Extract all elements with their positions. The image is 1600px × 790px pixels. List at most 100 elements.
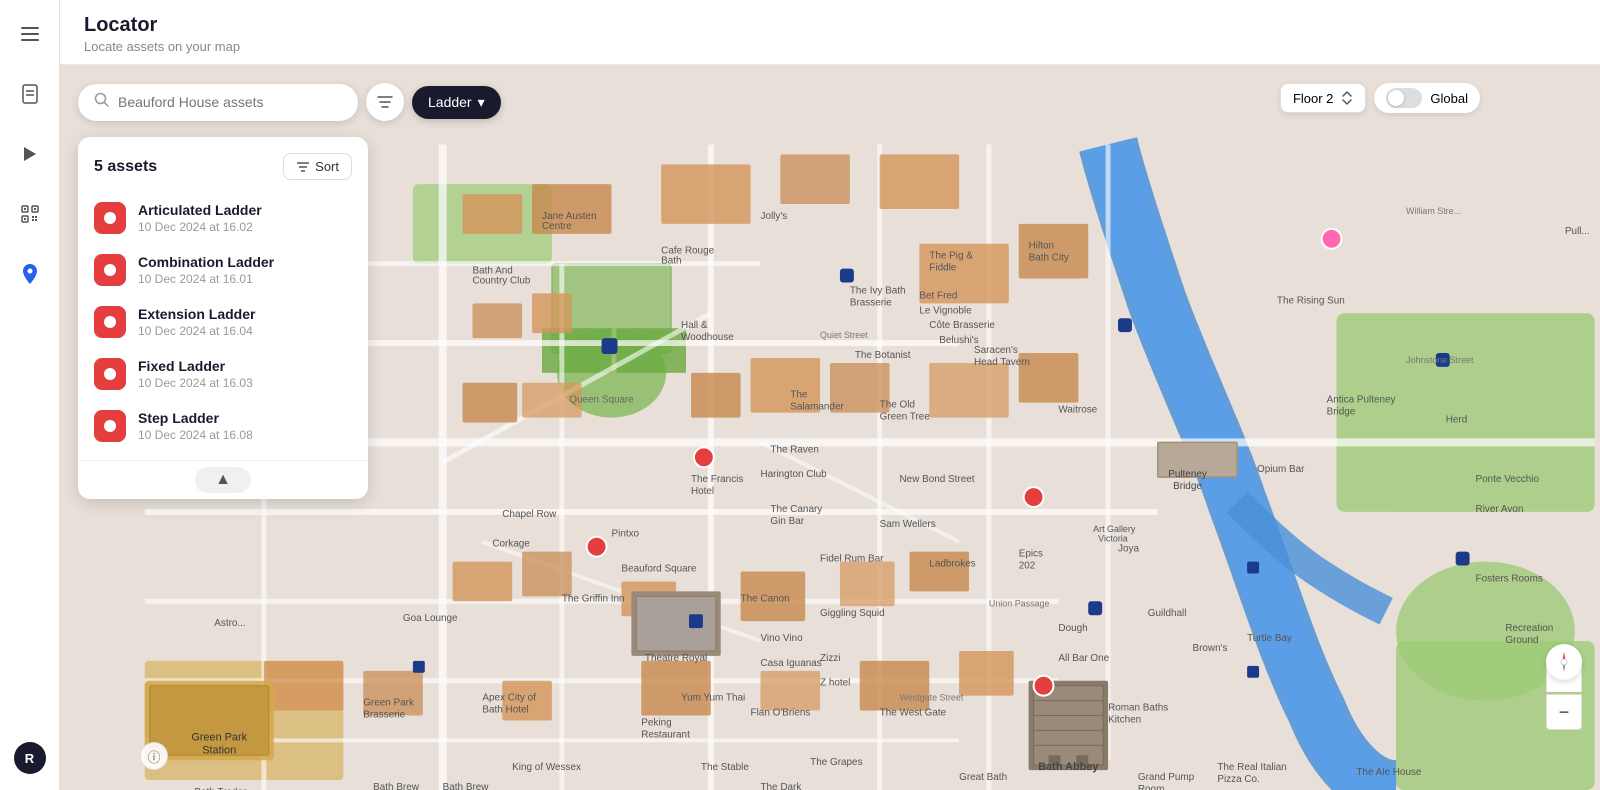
svg-text:The Griffin Inn: The Griffin Inn (562, 593, 625, 604)
floor-label: Floor 2 (1293, 91, 1333, 106)
svg-text:Casa Iguanas: Casa Iguanas (760, 658, 821, 669)
svg-text:Green Park: Green Park (191, 731, 247, 743)
asset-info-0: Articulated Ladder 10 Dec 2024 at 16.02 (138, 202, 352, 234)
north-indicator (1546, 644, 1582, 680)
svg-text:Bath Brew: Bath Brew (443, 782, 490, 790)
svg-text:Fiddle: Fiddle (929, 263, 957, 274)
asset-list-item-2[interactable]: Extension Ladder 10 Dec 2024 at 16.04 (78, 296, 368, 348)
svg-text:Guildhall: Guildhall (1148, 608, 1187, 619)
svg-text:Pull...: Pull... (1565, 226, 1590, 237)
svg-text:Bath Hotel: Bath Hotel (482, 705, 528, 716)
global-toggle[interactable]: Global (1374, 83, 1480, 113)
svg-text:Sam Wellers: Sam Wellers (880, 519, 936, 530)
svg-text:The Old: The Old (880, 400, 915, 411)
asset-icon-0 (94, 202, 126, 234)
qr-icon[interactable] (12, 196, 48, 232)
svg-text:Waitrose: Waitrose (1058, 405, 1097, 416)
asset-list-item-3[interactable]: Fixed Ladder 10 Dec 2024 at 16.03 (78, 348, 368, 400)
svg-text:Grand Pump: Grand Pump (1138, 772, 1195, 783)
svg-text:King of Wessex: King of Wessex (512, 762, 581, 773)
svg-text:Queen Square: Queen Square (569, 395, 634, 406)
ladder-filter-button[interactable]: Ladder ▾ (412, 86, 501, 119)
asset-list-item-4[interactable]: Step Ladder 10 Dec 2024 at 16.08 (78, 400, 368, 452)
asset-date-0: 10 Dec 2024 at 16.02 (138, 220, 352, 234)
book-icon[interactable] (12, 76, 48, 112)
svg-text:Belushi's: Belushi's (939, 335, 978, 346)
svg-text:The Stable: The Stable (701, 762, 749, 773)
svg-text:Herd: Herd (1446, 415, 1468, 426)
svg-text:The Grapes: The Grapes (810, 757, 862, 768)
floor-control: Floor 2 Global (1280, 83, 1480, 113)
avatar[interactable]: R (14, 742, 46, 774)
svg-text:Chapel Row: Chapel Row (502, 509, 557, 520)
asset-info-3: Fixed Ladder 10 Dec 2024 at 16.03 (138, 358, 352, 390)
collapse-button[interactable]: ▲ (195, 467, 251, 493)
zoom-out-button[interactable]: − (1546, 694, 1582, 730)
sort-button[interactable]: Sort (283, 153, 352, 180)
map-search-bar: Ladder ▾ (78, 83, 501, 121)
asset-list-item-0[interactable]: Articulated Ladder 10 Dec 2024 at 16.02 (78, 192, 368, 244)
search-input-wrap[interactable] (78, 84, 358, 121)
svg-text:Ponte Vecchio: Ponte Vecchio (1476, 474, 1540, 485)
svg-text:Recreation: Recreation (1505, 623, 1553, 634)
sidebar: R (0, 0, 60, 790)
asset-info-4: Step Ladder 10 Dec 2024 at 16.08 (138, 410, 352, 442)
menu-icon[interactable] (12, 16, 48, 52)
svg-text:Pintxo: Pintxo (612, 529, 640, 540)
svg-text:Peking: Peking (641, 717, 671, 728)
chevron-down-icon: ▾ (478, 94, 485, 111)
svg-text:Turtle Bay: Turtle Bay (1247, 633, 1292, 644)
svg-text:Jolly's: Jolly's (760, 211, 787, 222)
svg-text:Bath: Bath (661, 256, 681, 267)
main-content: Locator Locate assets on your map (60, 0, 1600, 790)
svg-text:Station: Station (202, 744, 236, 756)
svg-text:Woodhouse: Woodhouse (681, 332, 734, 343)
asset-icon-2 (94, 306, 126, 338)
svg-text:Zizzi: Zizzi (820, 653, 840, 664)
svg-text:Epics: Epics (1019, 549, 1043, 560)
play-icon[interactable] (12, 136, 48, 172)
ladder-label: Ladder (428, 94, 472, 110)
svg-text:New Bond Street: New Bond Street (900, 474, 975, 485)
svg-text:All Bar One: All Bar One (1058, 653, 1109, 664)
info-button[interactable]: ⓘ (140, 742, 168, 770)
svg-text:Ladbrokes: Ladbrokes (929, 559, 975, 570)
svg-text:The Canary: The Canary (770, 504, 822, 515)
svg-text:Brasserie: Brasserie (363, 709, 405, 720)
svg-text:Opium Bar: Opium Bar (1257, 464, 1305, 475)
svg-text:Green Park: Green Park (363, 698, 414, 709)
svg-text:The Francis: The Francis (691, 474, 743, 485)
svg-text:Astro...: Astro... (214, 618, 245, 629)
asset-list-item-1[interactable]: Combination Ladder 10 Dec 2024 at 16.01 (78, 244, 368, 296)
location-icon[interactable] (12, 256, 48, 292)
svg-text:The Rising Sun: The Rising Sun (1277, 295, 1345, 306)
svg-text:Bath Brew: Bath Brew (373, 782, 420, 790)
svg-text:The Canon: The Canon (741, 593, 790, 604)
svg-text:Victoria: Victoria (1098, 534, 1128, 544)
svg-text:The Raven: The Raven (770, 444, 819, 455)
svg-text:Fidel Rum Bar: Fidel Rum Bar (820, 554, 884, 565)
svg-text:The West Gate: The West Gate (880, 708, 947, 719)
map-container: Queen Square Theatre Royal Bath Abbey Pu… (60, 65, 1600, 790)
filter-button[interactable] (366, 83, 404, 121)
svg-text:Bridge: Bridge (1327, 407, 1356, 418)
svg-text:Harington Club: Harington Club (760, 469, 827, 480)
panel-collapse: ▲ (78, 460, 368, 499)
svg-text:Brasserie: Brasserie (850, 297, 892, 308)
svg-text:Brown's: Brown's (1193, 643, 1228, 654)
asset-icon-3 (94, 358, 126, 390)
asset-date-2: 10 Dec 2024 at 16.04 (138, 324, 352, 338)
asset-date-4: 10 Dec 2024 at 16.08 (138, 428, 352, 442)
svg-text:Country Club: Country Club (472, 275, 530, 286)
svg-text:Quiet Street: Quiet Street (820, 330, 868, 340)
asset-name-0: Articulated Ladder (138, 202, 352, 218)
floor-selector[interactable]: Floor 2 (1280, 83, 1366, 113)
toggle-switch[interactable] (1386, 88, 1422, 108)
svg-text:Roman Baths: Roman Baths (1108, 703, 1168, 714)
svg-text:Côte Brasserie: Côte Brasserie (929, 320, 995, 331)
svg-text:Yum Yum Thai: Yum Yum Thai (681, 693, 745, 704)
asset-name-4: Step Ladder (138, 410, 352, 426)
svg-text:Pizza Co.: Pizza Co. (1217, 774, 1259, 785)
svg-text:Kitchen: Kitchen (1108, 714, 1141, 725)
search-input[interactable] (118, 94, 342, 110)
